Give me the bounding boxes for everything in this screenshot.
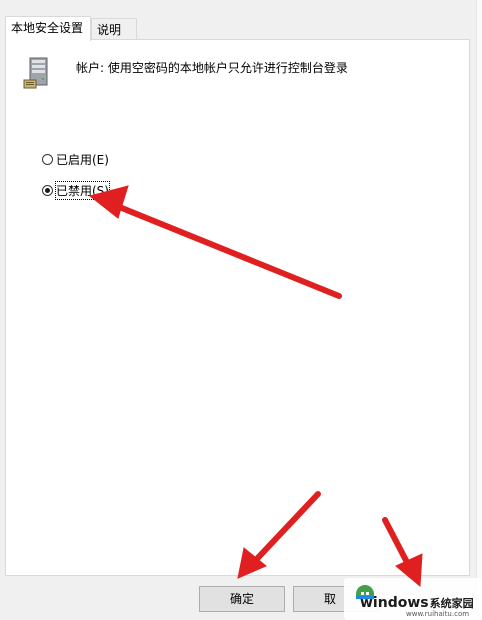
window-edge — [476, 0, 482, 620]
site-watermark: windows系统家园 www.ruihaitu.com — [344, 578, 482, 620]
radio-enabled-label: 已启用(E) — [56, 153, 109, 167]
policy-dialog: 说明 本地安全设置 帐户: 使用空密码的本地帐户只允许进行控制台登录 已启用(E… — [0, 0, 482, 620]
radio-disabled[interactable]: 已禁用(S) — [42, 181, 110, 200]
radio-enabled-button[interactable] — [42, 154, 53, 165]
ok-button[interactable]: 确定 — [199, 586, 285, 612]
server-icon — [23, 57, 48, 89]
watermark-title-cn: 系统家园 — [429, 597, 474, 610]
watermark-title-en: windows — [360, 595, 429, 611]
watermark-title: windows系统家园 — [360, 595, 474, 611]
policy-title: 帐户: 使用空密码的本地帐户只允许进行控制台登录 — [76, 61, 348, 75]
watermark-url: www.ruihaitu.com — [406, 610, 470, 618]
tab-local-security-setting-label: 本地安全设置 — [11, 21, 84, 35]
radio-disabled-button[interactable] — [42, 185, 53, 196]
radio-enabled[interactable]: 已启用(E) — [42, 151, 109, 168]
tab-explain[interactable]: 说明 — [91, 18, 137, 39]
settings-panel: 帐户: 使用空密码的本地帐户只允许进行控制台登录 已启用(E) 已禁用(S) — [5, 39, 470, 576]
tab-local-security-setting[interactable]: 本地安全设置 — [5, 16, 91, 41]
tab-explain-label: 说明 — [97, 23, 122, 37]
radio-disabled-label: 已禁用(S) — [55, 181, 110, 200]
